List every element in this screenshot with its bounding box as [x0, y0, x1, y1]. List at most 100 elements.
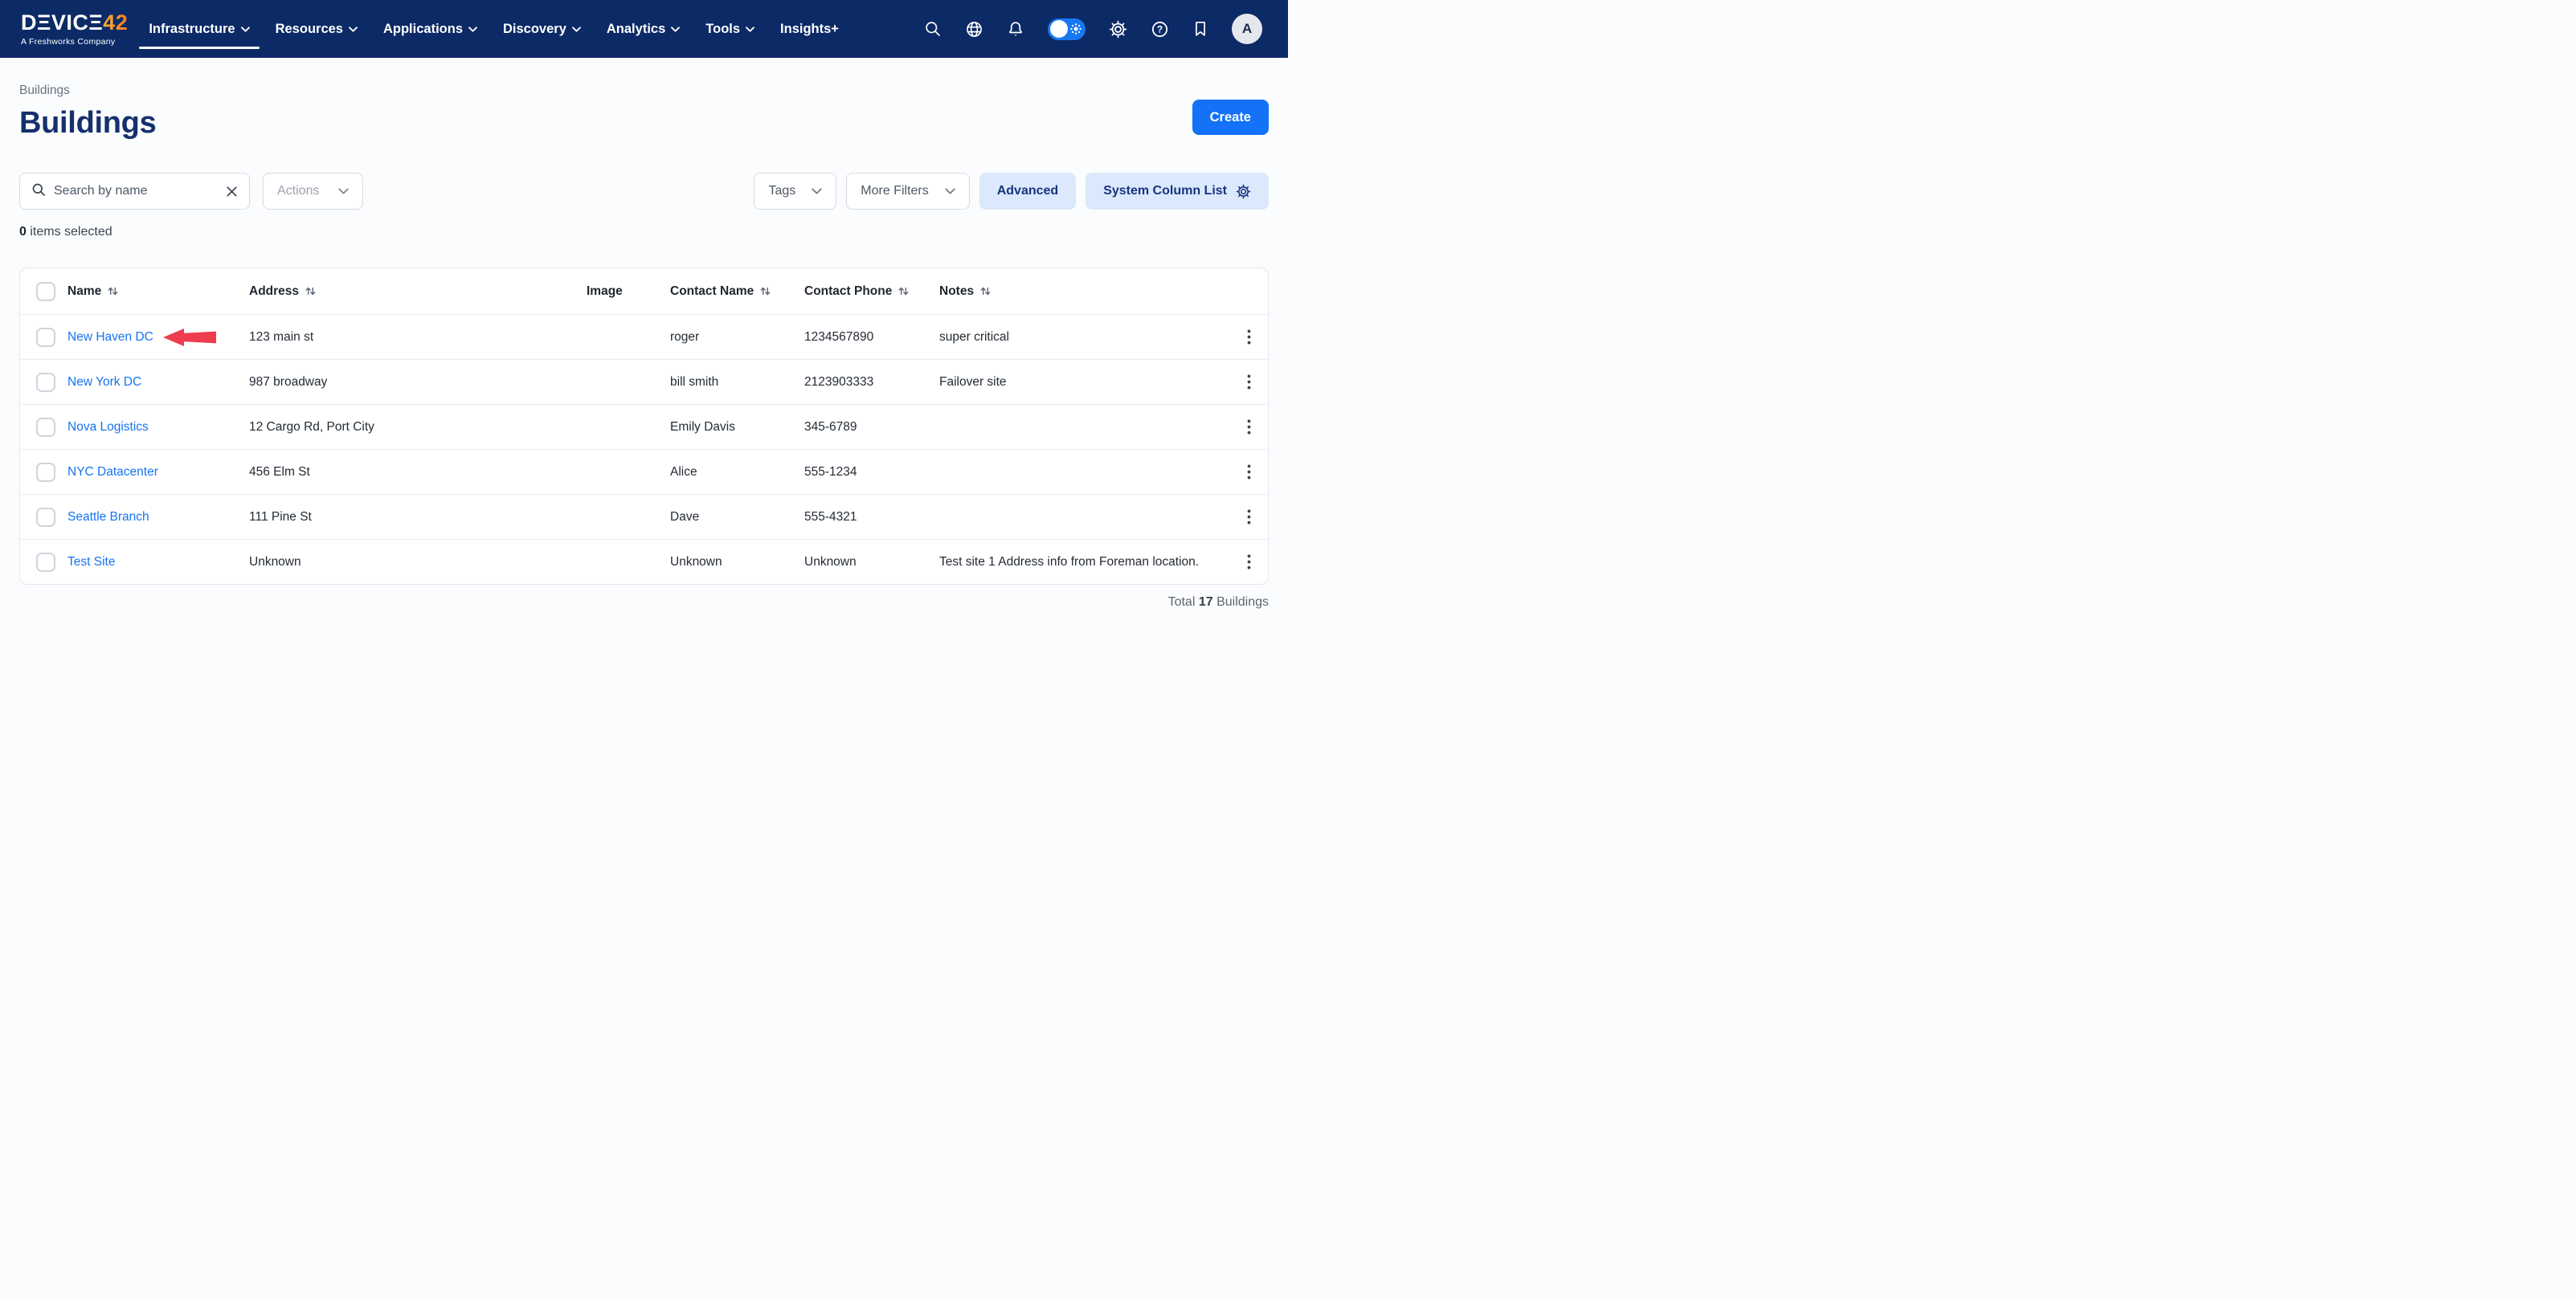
globe-icon[interactable]: [965, 20, 983, 39]
column-header-contact-name[interactable]: Contact Name: [670, 284, 804, 299]
clear-search-icon[interactable]: [226, 186, 238, 198]
total-suffix: Buildings: [1213, 595, 1269, 609]
notes-cell-text: Test site 1 Address info from Foreman lo…: [939, 555, 1199, 569]
address-cell: 456 Elm St: [249, 465, 587, 480]
tags-label: Tags: [768, 184, 795, 198]
kebab-menu-icon[interactable]: [1242, 459, 1256, 484]
building-name-link[interactable]: Test Site: [67, 555, 115, 569]
nav-item-tools[interactable]: Tools: [705, 22, 754, 37]
create-button[interactable]: Create: [1192, 100, 1269, 135]
selection-count: 0: [19, 225, 27, 239]
filter-right-group: Tags More Filters Advanced System Column…: [754, 173, 1269, 210]
building-name-link[interactable]: NYC Datacenter: [67, 465, 158, 480]
notes-cell-text: Failover site: [939, 375, 1007, 390]
contact-phone-cell: 2123903333: [804, 375, 939, 390]
top-navigation-bar: DΞVICΞ42 A Freshworks Company Infrastruc…: [0, 0, 1288, 58]
nav-item-resources[interactable]: Resources: [276, 22, 358, 37]
search-input[interactable]: [54, 184, 218, 198]
notifications-icon[interactable]: [1007, 20, 1024, 39]
row-checkbox[interactable]: [36, 373, 55, 392]
row-checkbox-cell: [20, 553, 67, 572]
row-actions-cell: [1229, 414, 1268, 439]
address-cell: 12 Cargo Rd, Port City: [249, 420, 587, 435]
column-header-image: Image: [587, 284, 670, 299]
kebab-menu-icon[interactable]: [1242, 324, 1256, 349]
selection-suffix: items selected: [27, 225, 112, 239]
nav-item-label: Tools: [705, 22, 740, 37]
column-header-name[interactable]: Name: [67, 284, 249, 299]
name-cell: NYC Datacenter: [67, 465, 249, 480]
tags-dropdown[interactable]: Tags: [754, 173, 836, 210]
breadcrumb[interactable]: Buildings: [19, 84, 70, 98]
more-filters-dropdown[interactable]: More Filters: [846, 173, 969, 210]
kebab-menu-icon[interactable]: [1242, 369, 1256, 394]
contact-phone-cell: 555-4321: [804, 510, 939, 525]
address-cell-text: 12 Cargo Rd, Port City: [249, 420, 374, 435]
nav-item-discovery[interactable]: Discovery: [503, 22, 581, 37]
actions-label: Actions: [277, 184, 319, 198]
search-icon[interactable]: [924, 20, 942, 38]
total-prefix: Total: [1168, 595, 1199, 609]
logo-wordmark: DΞVICΞ42: [21, 12, 128, 34]
row-checkbox[interactable]: [36, 508, 55, 527]
row-actions-cell: [1229, 324, 1268, 349]
column-header-label: Name: [67, 284, 101, 299]
theme-toggle[interactable]: [1048, 18, 1086, 40]
column-header-contact-phone[interactable]: Contact Phone: [804, 284, 939, 299]
advanced-button[interactable]: Advanced: [979, 173, 1076, 210]
contact-phone-cell: 345-6789: [804, 420, 939, 435]
gear-icon: [1236, 184, 1251, 199]
address-cell-text: 111 Pine St: [249, 510, 312, 525]
building-name-link[interactable]: Nova Logistics: [67, 420, 149, 435]
building-name-link[interactable]: Seattle Branch: [67, 510, 149, 525]
filter-toolbar: Actions Tags More Filters Advanced Syste…: [19, 173, 1269, 210]
select-all-checkbox[interactable]: [36, 282, 55, 301]
nav-item-insights-[interactable]: Insights+: [780, 22, 839, 37]
column-header-notes[interactable]: Notes: [939, 284, 1229, 299]
contact-name-cell: Unknown: [670, 555, 804, 569]
user-avatar[interactable]: A: [1232, 14, 1262, 44]
nav-item-applications[interactable]: Applications: [383, 22, 477, 37]
kebab-menu-icon[interactable]: [1242, 549, 1256, 574]
nav-item-infrastructure[interactable]: Infrastructure: [149, 22, 249, 37]
contact-name-cell-text: Dave: [670, 510, 699, 525]
column-header-address[interactable]: Address: [249, 284, 587, 299]
nav-item-analytics[interactable]: Analytics: [607, 22, 680, 37]
actions-dropdown[interactable]: Actions: [263, 173, 363, 210]
column-header-label: Notes: [939, 284, 974, 299]
logo-accent-text: 42: [103, 10, 128, 35]
chevron-down-icon: [468, 27, 477, 32]
table-row: Test SiteUnknownUnknownUnknownTest site …: [20, 539, 1268, 584]
row-checkbox-cell: [20, 508, 67, 527]
logo-tagline: A Freshworks Company: [21, 37, 128, 47]
row-checkbox[interactable]: [36, 328, 55, 347]
buildings-table: Name AddressImage Contact Name Contact Phon…: [19, 267, 1269, 585]
system-column-list-button[interactable]: System Column List: [1086, 173, 1269, 210]
kebab-menu-icon[interactable]: [1242, 414, 1256, 439]
row-checkbox-cell: [20, 463, 67, 482]
chevron-down-icon: [338, 188, 349, 194]
column-header-label: Contact Name: [670, 284, 754, 299]
row-checkbox[interactable]: [36, 418, 55, 437]
contact-name-cell-text: roger: [670, 330, 699, 345]
row-checkbox[interactable]: [36, 463, 55, 482]
row-checkbox[interactable]: [36, 553, 55, 572]
kebab-menu-icon[interactable]: [1242, 504, 1256, 529]
help-icon[interactable]: ?: [1151, 20, 1169, 39]
table-header-row: Name AddressImage Contact Name Contact Phon…: [20, 268, 1268, 314]
address-cell: 111 Pine St: [249, 510, 587, 525]
column-header-label: Image: [587, 284, 623, 299]
advanced-label: Advanced: [997, 184, 1058, 198]
sort-icon: [898, 285, 910, 297]
building-name-link[interactable]: New York DC: [67, 375, 141, 390]
contact-name-cell: Dave: [670, 510, 804, 525]
chevron-down-icon: [241, 27, 250, 32]
bookmark-icon[interactable]: [1192, 20, 1208, 38]
page-title: Buildings: [19, 106, 1269, 141]
row-checkbox-cell: [20, 328, 67, 347]
building-name-link[interactable]: New Haven DC: [67, 330, 153, 345]
contact-name-cell: Emily Davis: [670, 420, 804, 435]
device42-logo[interactable]: DΞVICΞ42 A Freshworks Company: [21, 12, 128, 47]
row-actions-cell: [1229, 504, 1268, 529]
settings-icon[interactable]: [1109, 20, 1127, 39]
